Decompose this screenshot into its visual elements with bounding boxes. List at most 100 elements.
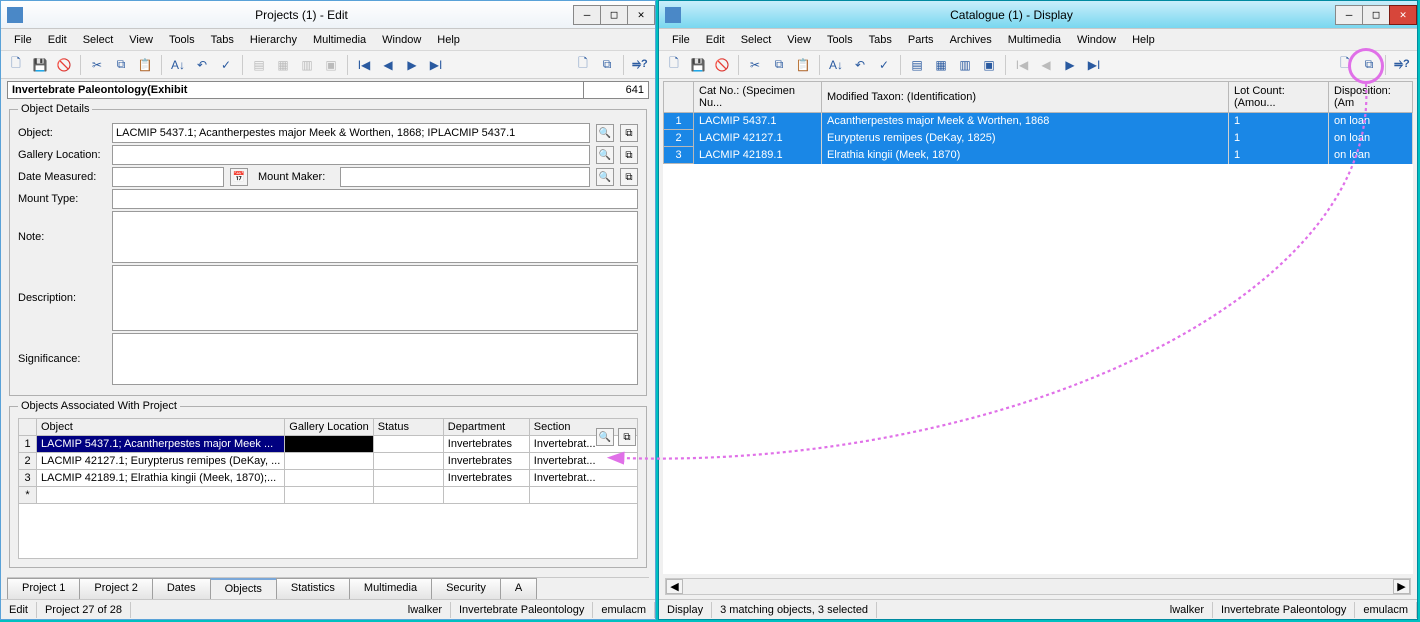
col-header[interactable]: Cat No.: (Specimen Nu... (694, 82, 822, 113)
menu-item[interactable]: Window (1070, 32, 1123, 48)
last-icon[interactable]: ▶I (425, 54, 447, 76)
cell[interactable]: on loan (1329, 130, 1413, 147)
calendar-icon[interactable]: 📅 (230, 168, 248, 186)
col-header[interactable]: Object (37, 419, 285, 436)
cell[interactable]: LACMIP 42189.1 (694, 147, 822, 164)
menu-item[interactable]: Tools (162, 32, 202, 48)
cell[interactable]: LACMIP 42127.1; Eurypterus remipes (DeKa… (37, 453, 285, 470)
mountmaker-field[interactable] (340, 167, 590, 187)
col-header[interactable]: Lot Count: (Amou... (1229, 82, 1329, 113)
cell[interactable]: Invertebrat... (529, 453, 637, 470)
cell[interactable] (285, 436, 374, 453)
attach-new-icon[interactable]: 🗋 (572, 54, 594, 76)
copy-icon[interactable]: ⧉ (110, 54, 132, 76)
date-field[interactable] (112, 167, 224, 187)
mounttype-field[interactable] (112, 189, 638, 209)
titlebar[interactable]: Catalogue (1) - Display — □ ✕ (659, 1, 1417, 29)
associated-objects-table[interactable]: Object Gallery Location Status Departmen… (18, 418, 638, 504)
cell[interactable] (373, 436, 443, 453)
new-icon[interactable]: 🗋 (5, 54, 27, 76)
cell[interactable]: 1 (1229, 113, 1329, 130)
discard-icon[interactable]: 🚫 (53, 54, 75, 76)
link-icon[interactable]: ⧉ (618, 428, 636, 446)
tab-statistics[interactable]: Statistics (276, 578, 350, 599)
col-header[interactable] (664, 82, 694, 113)
menu-item[interactable]: Hierarchy (243, 32, 304, 48)
tab-objects[interactable]: Objects (210, 578, 277, 599)
undo-icon[interactable]: ↶ (191, 54, 213, 76)
col-header[interactable]: Modified Taxon: (Identification) (822, 82, 1229, 113)
view4-icon[interactable]: ▣ (978, 54, 1000, 76)
sort-asc-icon[interactable]: A↓ (825, 54, 847, 76)
link-icon[interactable]: ⧉ (620, 124, 638, 142)
gallery-field[interactable] (112, 145, 590, 165)
first-icon[interactable]: I◀ (353, 54, 375, 76)
table-row[interactable]: 1 LACMIP 5437.1; Acantherpestes major Me… (19, 436, 638, 453)
cell[interactable]: 1 (1229, 147, 1329, 164)
menu-item[interactable]: File (7, 32, 39, 48)
link-icon[interactable]: ⧉ (620, 168, 638, 186)
cell[interactable] (285, 470, 374, 487)
menu-item[interactable]: Edit (41, 32, 74, 48)
view2-icon[interactable]: ▦ (930, 54, 952, 76)
close-button[interactable]: ✕ (627, 5, 655, 25)
lookup-icon[interactable]: 🔍 (596, 428, 614, 446)
tab-project1[interactable]: Project 1 (7, 578, 80, 599)
first-icon[interactable]: I◀ (1011, 54, 1033, 76)
next-icon[interactable]: ▶ (401, 54, 423, 76)
next-icon[interactable]: ▶ (1059, 54, 1081, 76)
cell[interactable]: LACMIP 5437.1; Acantherpestes major Meek… (37, 436, 285, 453)
menu-item[interactable]: Multimedia (1001, 32, 1068, 48)
horizontal-scrollbar[interactable]: ◀ ▶ (665, 578, 1411, 595)
view2-icon[interactable]: ▦ (272, 54, 294, 76)
minimize-button[interactable]: — (573, 5, 601, 25)
save-icon[interactable]: 💾 (687, 54, 709, 76)
menu-item[interactable]: Help (430, 32, 467, 48)
view1-icon[interactable]: ▤ (248, 54, 270, 76)
paste-icon[interactable]: 📋 (792, 54, 814, 76)
cell[interactable]: Invertebrat... (529, 470, 637, 487)
cell[interactable]: 1 (1229, 130, 1329, 147)
lookup-icon[interactable]: 🔍 (596, 124, 614, 142)
menu-item[interactable]: Tabs (204, 32, 241, 48)
lookup-icon[interactable]: 🔍 (596, 146, 614, 164)
scroll-left-icon[interactable]: ◀ (666, 579, 683, 594)
attach-link-icon[interactable]: ⧉ (1358, 54, 1380, 76)
cut-icon[interactable]: ✂ (744, 54, 766, 76)
cell[interactable]: LACMIP 42127.1 (694, 130, 822, 147)
cell[interactable]: Elrathia kingii (Meek, 1870) (822, 147, 1229, 164)
menu-item[interactable]: Edit (699, 32, 732, 48)
table-row[interactable]: 3 LACMIP 42189.1 Elrathia kingii (Meek, … (664, 147, 1413, 164)
minimize-button[interactable]: — (1335, 5, 1363, 25)
titlebar[interactable]: Projects (1) - Edit — □ ✕ (1, 1, 655, 29)
spellcheck-icon[interactable]: ✓ (215, 54, 237, 76)
help-pointer-icon[interactable]: ⥤? (629, 54, 651, 76)
link-icon[interactable]: ⧉ (620, 146, 638, 164)
cut-icon[interactable]: ✂ (86, 54, 108, 76)
menu-item[interactable]: Tools (820, 32, 860, 48)
undo-icon[interactable]: ↶ (849, 54, 871, 76)
menu-item[interactable]: Parts (901, 32, 941, 48)
scroll-right-icon[interactable]: ▶ (1393, 579, 1410, 594)
cell[interactable]: on loan (1329, 113, 1413, 130)
record-title[interactable]: Invertebrate Paleontology(Exhibit (7, 81, 584, 99)
menu-item[interactable]: File (665, 32, 697, 48)
table-row-new[interactable]: * (19, 487, 638, 504)
paste-icon[interactable]: 📋 (134, 54, 156, 76)
table-row[interactable]: 2 LACMIP 42127.1; Eurypterus remipes (De… (19, 453, 638, 470)
attach-new-icon[interactable]: 🗋 (1334, 54, 1356, 76)
lookup-icon[interactable]: 🔍 (596, 168, 614, 186)
view3-icon[interactable]: ▥ (296, 54, 318, 76)
cell[interactable]: Acantherpestes major Meek & Worthen, 186… (822, 113, 1229, 130)
view4-icon[interactable]: ▣ (320, 54, 342, 76)
tab-multimedia[interactable]: Multimedia (349, 578, 432, 599)
view3-icon[interactable]: ▥ (954, 54, 976, 76)
results-grid[interactable]: Cat No.: (Specimen Nu... Modified Taxon:… (663, 81, 1413, 574)
prev-icon[interactable]: ◀ (1035, 54, 1057, 76)
menu-item[interactable]: View (122, 32, 160, 48)
col-header[interactable]: Disposition: (Am (1329, 82, 1413, 113)
tab-security[interactable]: Security (431, 578, 501, 599)
col-header[interactable]: Gallery Location (285, 419, 374, 436)
copy-icon[interactable]: ⧉ (768, 54, 790, 76)
maximize-button[interactable]: □ (600, 5, 628, 25)
